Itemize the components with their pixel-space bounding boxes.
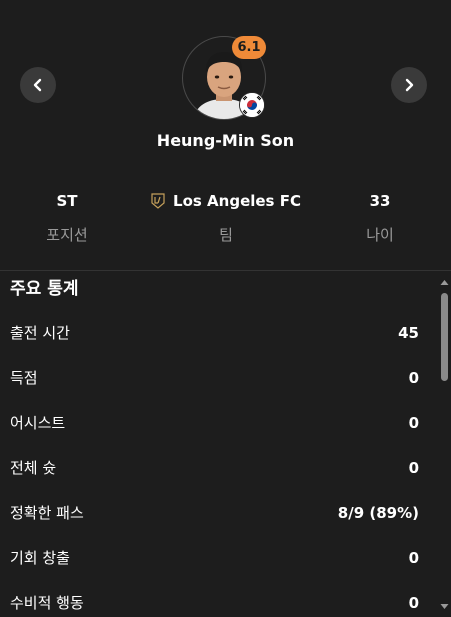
player-avatar-container: 6.1 xyxy=(182,36,266,120)
position-value: ST xyxy=(56,192,78,210)
lafc-logo-icon xyxy=(151,193,165,215)
stat-value: 0 xyxy=(408,458,419,477)
stats-title: 주요 통계 xyxy=(10,279,79,299)
scroll-up-arrow-icon[interactable] xyxy=(440,278,449,287)
stat-value: 45 xyxy=(398,323,419,342)
stat-label: 수비적 행동 xyxy=(10,594,84,612)
chevron-left-icon xyxy=(33,78,42,92)
divider xyxy=(0,270,451,271)
stat-label: 득점 xyxy=(10,369,38,387)
stat-row-goals: 득점 0 xyxy=(0,355,437,400)
stat-value: 0 xyxy=(408,413,419,432)
stat-label: 출전 시간 xyxy=(10,324,70,342)
prev-player-button[interactable] xyxy=(20,67,56,103)
stats-list: 출전 시간 45 득점 0 어시스트 0 전체 슛 0 정확한 패스 8/9 (… xyxy=(0,310,437,617)
stat-value: 0 xyxy=(408,368,419,387)
age-label: 나이 xyxy=(366,226,394,244)
stat-label: 기회 창출 xyxy=(10,549,70,567)
stat-label: 전체 슛 xyxy=(10,459,57,477)
rating-badge: 6.1 xyxy=(232,36,266,59)
next-player-button[interactable] xyxy=(391,67,427,103)
age-value: 33 xyxy=(369,192,391,210)
stat-value: 0 xyxy=(408,593,419,612)
player-name: Heung-Min Son xyxy=(156,131,295,150)
age-info: 33 나이 xyxy=(340,190,420,245)
stat-row-defensive-actions: 수비적 행동 0 xyxy=(0,580,437,617)
south-korea-flag-icon xyxy=(239,92,265,118)
stats-scrollbar[interactable] xyxy=(438,272,451,617)
stat-row-minutes: 출전 시간 45 xyxy=(0,310,437,355)
chevron-right-icon xyxy=(405,78,414,92)
team-info[interactable]: Los Angeles FC 팀 xyxy=(131,190,321,245)
stat-value: 8/9 (89%) xyxy=(337,503,419,522)
player-info-row: ST 포지션 Los Angeles FC 팀 33 나이 xyxy=(0,190,451,250)
stat-value: 0 xyxy=(408,548,419,567)
stat-row-chances-created: 기회 창출 0 xyxy=(0,535,437,580)
stat-row-total-shots: 전체 슛 0 xyxy=(0,445,437,490)
position-label: 포지션 xyxy=(46,226,88,244)
scrollbar-thumb[interactable] xyxy=(441,293,448,381)
team-value: Los Angeles FC xyxy=(173,192,301,210)
stat-label: 정확한 패스 xyxy=(10,504,84,522)
team-label: 팀 xyxy=(219,226,233,244)
stat-row-accurate-passes: 정확한 패스 8/9 (89%) xyxy=(0,490,437,535)
position-info: ST 포지션 xyxy=(27,190,107,245)
player-card: 6.1 Heung-Min Son ST 포지션 Los Angeles FC … xyxy=(0,0,451,617)
stat-label: 어시스트 xyxy=(10,414,66,432)
stat-row-assists: 어시스트 0 xyxy=(0,400,437,445)
scroll-down-arrow-icon[interactable] xyxy=(440,602,449,611)
